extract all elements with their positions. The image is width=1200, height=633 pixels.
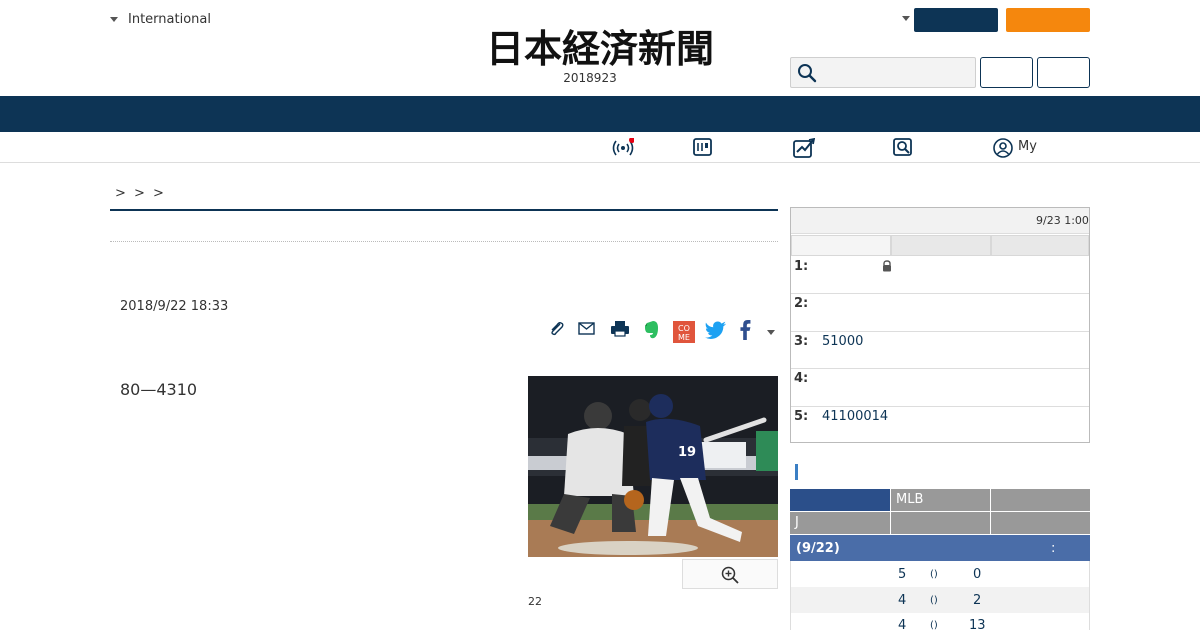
nikkei-logo[interactable]: 日本経済新聞 (450, 26, 750, 70)
sports-tab-active[interactable] (790, 489, 890, 511)
score-home: 4 (898, 593, 907, 608)
mail-icon[interactable] (578, 320, 596, 338)
ranking-title[interactable]: 51000 (822, 334, 863, 349)
score-inning: () (930, 620, 938, 631)
ranking-rank: 5: (794, 409, 809, 424)
ranking-item[interactable] (791, 369, 1089, 407)
score-away: 0 (973, 567, 982, 582)
logo-text: 日本経済新聞 (486, 26, 714, 70)
sports-tab-mlb[interactable]: MLB (891, 489, 990, 511)
score-home: 4 (898, 618, 907, 633)
search-zoom-icon[interactable] (893, 138, 913, 156)
article-photo[interactable]: 19 (528, 376, 778, 557)
score-header-separator: : (1051, 541, 1056, 556)
svg-text:19: 19 (678, 445, 696, 460)
main-navbar (0, 96, 1200, 132)
zoom-photo-button[interactable] (682, 559, 778, 589)
search-input[interactable] (790, 57, 976, 88)
market-chart-icon[interactable] (793, 138, 815, 158)
lock-icon (883, 260, 891, 272)
ranking-tab-3[interactable] (991, 235, 1089, 256)
edition-selector[interactable]: International (110, 12, 211, 27)
ranking-rank: 1: (794, 259, 809, 274)
svg-text:CO: CO (678, 324, 690, 333)
facebook-icon[interactable] (738, 320, 752, 340)
publish-date: 2018/9/22 18:33 (120, 299, 229, 314)
ranking-rank: 4: (794, 371, 809, 386)
ranking-title[interactable]: 41100014 (822, 409, 888, 424)
ranking-updated: 9/23 1:00 (1036, 214, 1089, 227)
title-divider (110, 209, 778, 211)
subscribe-button[interactable] (914, 8, 998, 32)
sports-tab[interactable] (891, 512, 990, 534)
my-nikkei-link[interactable]: My (1018, 139, 1037, 154)
comment-icon[interactable]: CO ME (673, 321, 695, 343)
score-row[interactable]: 4 () 2 (790, 587, 1090, 613)
sports-tab[interactable] (991, 489, 1090, 511)
photo-caption: 22 (528, 595, 542, 608)
dotted-divider (110, 241, 778, 242)
ranking-tab-2[interactable] (891, 235, 991, 256)
score-inning: () (930, 595, 938, 606)
login-button[interactable] (980, 57, 1033, 88)
section-marker (795, 464, 798, 480)
live-broadcast-icon[interactable] (612, 138, 634, 156)
ranking-rank: 2: (794, 296, 809, 311)
ranking-tab-1[interactable] (791, 235, 891, 256)
print-icon[interactable] (610, 320, 630, 338)
score-row[interactable]: 5 () 0 (790, 561, 1090, 587)
caret-down-icon[interactable] (902, 16, 910, 21)
breadcrumb[interactable]: > > > (115, 186, 166, 201)
signup-button[interactable] (1037, 57, 1090, 88)
score-inning: () (930, 569, 938, 580)
svg-text:ME: ME (678, 333, 690, 342)
trial-button[interactable] (1006, 8, 1090, 32)
evernote-icon[interactable] (642, 320, 662, 340)
zoom-in-icon (721, 566, 739, 584)
score-away: 13 (969, 618, 986, 633)
share-more-caret-icon[interactable] (767, 330, 775, 335)
article-lead: 80—4310 (120, 380, 198, 399)
edition-label: International (128, 12, 211, 27)
caret-down-icon (110, 17, 118, 22)
score-date: (9/22) (796, 541, 840, 556)
user-icon[interactable] (993, 138, 1013, 158)
ranking-item[interactable] (791, 256, 1089, 294)
search-icon[interactable] (797, 63, 817, 83)
score-row[interactable]: 4 () 13 (790, 613, 1090, 633)
ranking-item[interactable] (791, 294, 1089, 332)
twitter-icon[interactable] (705, 320, 727, 340)
newspaper-icon[interactable] (693, 138, 713, 156)
sports-tab[interactable] (991, 512, 1090, 534)
score-home: 5 (898, 567, 907, 582)
header-date: 2018923 (563, 71, 617, 85)
clip-icon[interactable] (548, 320, 566, 338)
sports-tab-j[interactable]: J (790, 512, 890, 534)
ranking-rank: 3: (794, 334, 809, 349)
score-away: 2 (973, 593, 982, 608)
